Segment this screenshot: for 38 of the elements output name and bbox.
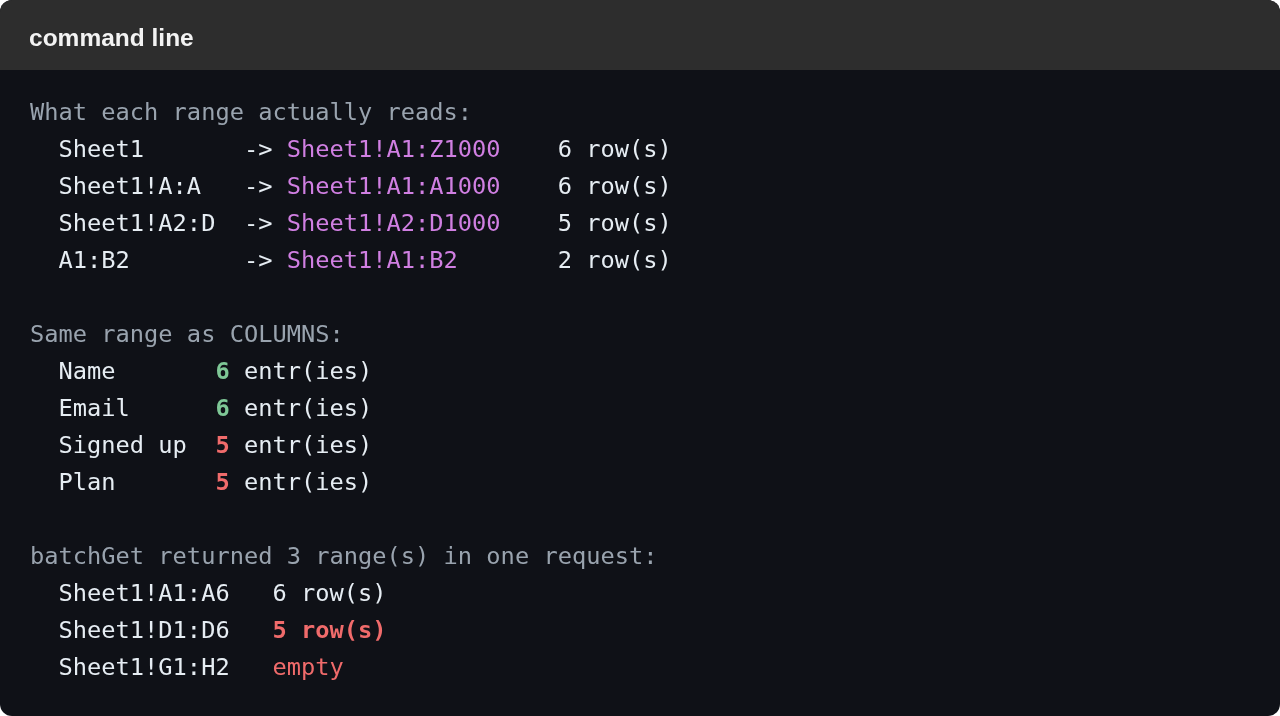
- resolved-range: Sheet1!A1:A1000: [286, 171, 501, 202]
- range-text: Sheet1!D1:D6: [58, 615, 230, 646]
- window-title: command line: [29, 23, 194, 52]
- range-result: 5 row(s): [272, 615, 387, 646]
- range-text: Sheet1!G1:H2: [58, 652, 230, 683]
- entry-count: 5: [215, 467, 230, 498]
- row-count: 6 row(s): [557, 134, 672, 165]
- arrow-text: ->: [243, 245, 273, 276]
- resolved-range: Sheet1!A1:Z1000: [286, 134, 501, 165]
- entry-count: 5: [215, 430, 230, 461]
- entry-unit: entr(ies): [243, 393, 373, 424]
- arrow-text: ->: [243, 134, 273, 165]
- entry-unit: entr(ies): [243, 356, 373, 387]
- range-text: Sheet1: [58, 134, 145, 165]
- resolved-range: Sheet1!A2:D1000: [286, 208, 501, 239]
- entry-count: 6: [215, 356, 230, 387]
- range-text: A1:B2: [58, 245, 130, 276]
- row-count: 2 row(s): [557, 245, 672, 276]
- entry-count: 6: [215, 393, 230, 424]
- section-heading: What each range actually reads:: [30, 98, 473, 126]
- resolved-range: Sheet1!A1:B2: [286, 245, 458, 276]
- arrow-text: ->: [243, 171, 273, 202]
- range-result: empty: [272, 652, 344, 683]
- row-count: 6 row(s): [557, 171, 672, 202]
- column-name: Signed up: [58, 430, 187, 461]
- entry-unit: entr(ies): [243, 430, 373, 461]
- column-name: Name: [58, 356, 116, 387]
- range-result: 6 row(s): [272, 578, 387, 609]
- entry-unit: entr(ies): [243, 467, 373, 498]
- range-text: Sheet1!A2:D: [58, 208, 216, 239]
- range-text: Sheet1!A:A: [58, 171, 202, 202]
- section-heading: Same range as COLUMNS:: [30, 320, 344, 348]
- range-text: Sheet1!A1:A6: [58, 578, 230, 609]
- arrow-text: ->: [243, 208, 273, 239]
- row-count: 5 row(s): [557, 208, 672, 239]
- column-name: Plan: [58, 467, 116, 498]
- section-heading: batchGet returned 3 range(s) in one request:: [30, 542, 658, 570]
- column-name: Email: [58, 393, 130, 424]
